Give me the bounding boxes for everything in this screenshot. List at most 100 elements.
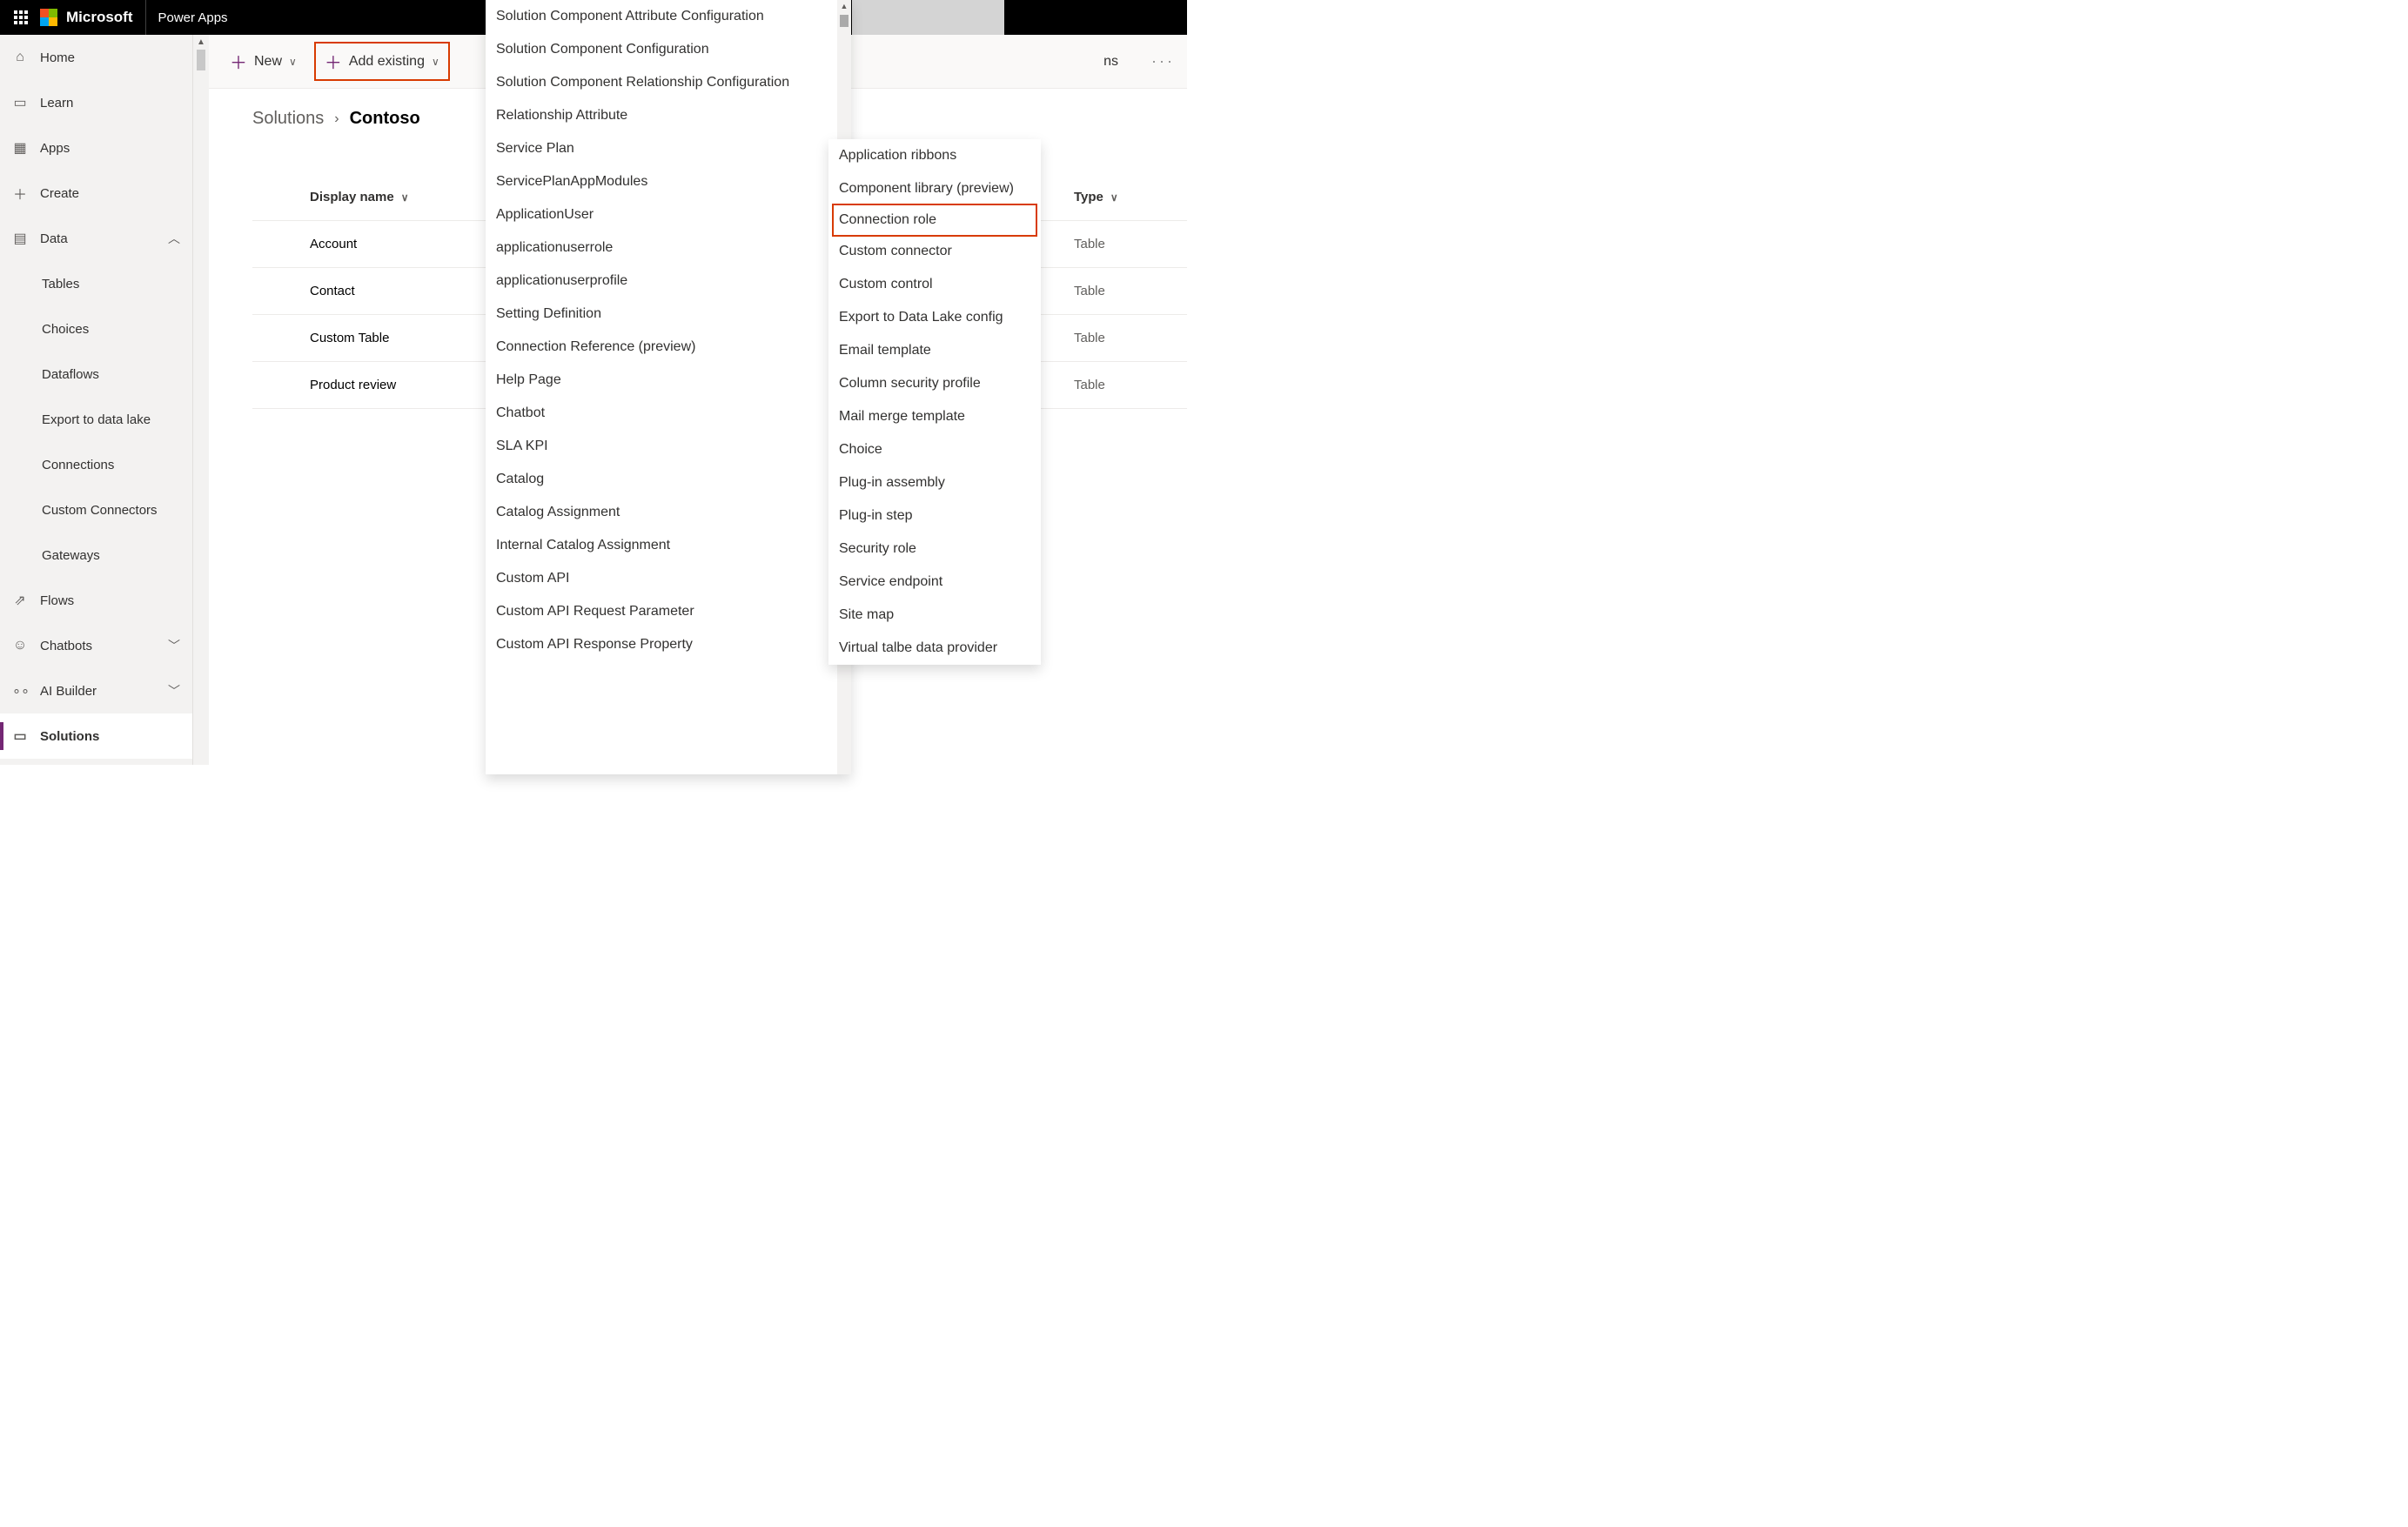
nav-item-label: Custom Connectors [42,503,158,518]
apps-icon: ▦ [12,139,28,157]
left-nav: ⌂Home ▭ Learn ▦ Apps ＋Create ▤ Data ︿ Tables Choic… [0,35,193,765]
submenu-item-custom-control[interactable]: Custom control [828,268,1041,301]
ms-logo-icon [40,9,57,26]
nav-item-custom-connectors[interactable]: Custom Connectors [0,487,192,532]
nav-item-tables[interactable]: Tables [0,261,192,306]
submenu-item-custom-connector[interactable]: Custom connector [828,235,1041,268]
nav-item-data[interactable]: ▤ Data ︿ [0,216,192,261]
add-existing-label: Add existing [349,54,425,70]
col-type[interactable]: Type∨ [1074,190,1187,204]
nav-item-apps[interactable]: ▦ Apps [0,125,192,171]
submenu-item-email-template[interactable]: Email template [828,334,1041,367]
nav-item-label: AI Builder [40,684,97,699]
chevron-icon: ﹀ [168,637,180,654]
cell-type: Table [1074,284,1187,298]
nav-item-dataflows[interactable]: Dataflows [0,352,192,397]
nav-item-ai-builder[interactable]: ∘∘AI Builder﹀ [0,668,192,713]
brand-label: Microsoft [66,9,133,26]
nav-item-connections[interactable]: Connections [0,442,192,487]
create-icon: ＋ [12,183,28,204]
menu-item-applicationuserrole[interactable]: applicationuserrole [486,231,851,265]
menu-item-connection-reference-preview[interactable]: Connection Reference (preview) [486,331,851,364]
submenu-item-column-security-profile[interactable]: Column security profile [828,367,1041,400]
nav-item-home[interactable]: ⌂Home [0,35,192,80]
nav-item-chatbots[interactable]: ☺ Chatbots ﹀ [0,623,192,668]
nav-item-label: Dataflows [42,367,99,382]
title-bar-placeholder [852,0,1004,35]
nav-item-label: Chatbots [40,639,92,653]
menu-item-setting-definition[interactable]: Setting Definition [486,298,851,331]
nav-item-label: Solutions [40,729,99,744]
menu-item-custom-api-request-parameter[interactable]: Custom API Request Parameter [486,595,851,628]
menu-item-catalog[interactable]: Catalog [486,463,851,496]
chevron-down-icon: ∨ [401,191,409,204]
chevron-down-icon: ∨ [289,56,297,68]
menu-item-sla-kpi[interactable]: SLA KPI [486,430,851,463]
nav-item-flows[interactable]: ⇗ Flows [0,578,192,623]
breadcrumb: Solutions › Contoso [252,109,420,129]
menu-item-solution-component-configuration[interactable]: Solution Component Configuration [486,33,851,66]
menu-item-serviceplanappmodules[interactable]: ServicePlanAppModules [486,165,851,198]
data-icon: ▤ [12,230,28,247]
nav-item-choices[interactable]: Choices [0,306,192,352]
breadcrumb-root[interactable]: Solutions [252,109,324,129]
scroll-thumb[interactable] [840,15,849,27]
nav-item-label: Choices [42,322,89,337]
add-existing-menu: Solution Component Attribute Configurati… [486,0,851,774]
scroll-up-icon[interactable]: ▲ [837,0,851,12]
nav-item-gateways[interactable]: Gateways [0,532,192,578]
submenu-item-site-map[interactable]: Site map [828,599,1041,632]
menu-item-custom-api[interactable]: Custom API [486,562,851,595]
nav-item-label: Learn [40,96,73,111]
nav-scrollbar[interactable]: ▲ [193,35,209,765]
chevron-down-icon: ∨ [1110,191,1118,204]
nav-item-learn[interactable]: ▭ Learn [0,80,192,125]
flows-icon: ⇗ [12,592,28,609]
menu-item-relationship-attribute[interactable]: Relationship Attribute [486,99,851,132]
add-existing-button[interactable]: ＋ Add existing ∨ [314,42,450,81]
menu-item-catalog-assignment[interactable]: Catalog Assignment [486,496,851,529]
menu-item-custom-api-response-property[interactable]: Custom API Response Property [486,628,851,661]
submenu-item-component-library-preview[interactable]: Component library (preview) [828,172,1041,205]
submenu-item-plug-in-step[interactable]: Plug-in step [828,499,1041,532]
scroll-thumb[interactable] [197,50,205,70]
new-button[interactable]: ＋ New ∨ [221,42,305,81]
nav-item-label: Home [40,50,75,65]
solutions-icon: ▭ [12,727,28,745]
chatbots-icon: ☺ [12,638,28,653]
nav-item-label: Apps [40,141,70,156]
submenu-item-service-endpoint[interactable]: Service endpoint [828,566,1041,599]
submenu-item-choice[interactable]: Choice [828,433,1041,466]
submenu-item-mail-merge-template[interactable]: Mail merge template [828,400,1041,433]
cell-type: Table [1074,378,1187,392]
app-name: Power Apps [158,10,228,25]
menu-item-service-plan[interactable]: Service Plan [486,132,851,165]
nav-item-label: Connections [42,458,114,472]
submenu-item-security-role[interactable]: Security role [828,532,1041,566]
submenu-item-plug-in-assembly[interactable]: Plug-in assembly [828,466,1041,499]
nav-item-create[interactable]: ＋Create [0,171,192,216]
menu-item-internal-catalog-assignment[interactable]: Internal Catalog Assignment [486,529,851,562]
submenu-item-virtual-talbe-data-provider[interactable]: Virtual talbe data provider [828,632,1041,665]
chevron-down-icon: ∨ [432,56,439,68]
chevron-right-icon: › [334,111,339,127]
nav-item-label: Data [40,231,68,246]
chevron-icon: ︿ [168,230,180,247]
nav-item-solutions[interactable]: ▭ Solutions [0,713,192,759]
submenu-item-application-ribbons[interactable]: Application ribbons [828,139,1041,172]
submenu-item-export-to-data-lake-config[interactable]: Export to Data Lake config [828,301,1041,334]
overflow-icon[interactable]: ··· [1151,52,1175,70]
menu-item-chatbot[interactable]: Chatbot [486,397,851,430]
learn-icon: ▭ [12,94,28,111]
menu-item-applicationuserprofile[interactable]: applicationuserprofile [486,265,851,298]
nav-item-export-to-data-lake[interactable]: Export to data lake [0,397,192,442]
scroll-up-icon[interactable]: ▲ [193,35,209,50]
submenu-item-connection-role[interactable]: Connection role [832,204,1037,237]
menu-item-applicationuser[interactable]: ApplicationUser [486,198,851,231]
menu-item-help-page[interactable]: Help Page [486,364,851,397]
nav-item-label: Flows [40,593,74,608]
menu-item-solution-component-attribute-configuration[interactable]: Solution Component Attribute Configurati… [486,0,851,33]
command-trail[interactable]: ns [1103,54,1118,70]
app-launcher-icon[interactable] [14,10,28,24]
menu-item-solution-component-relationship-configuration[interactable]: Solution Component Relationship Configur… [486,66,851,99]
